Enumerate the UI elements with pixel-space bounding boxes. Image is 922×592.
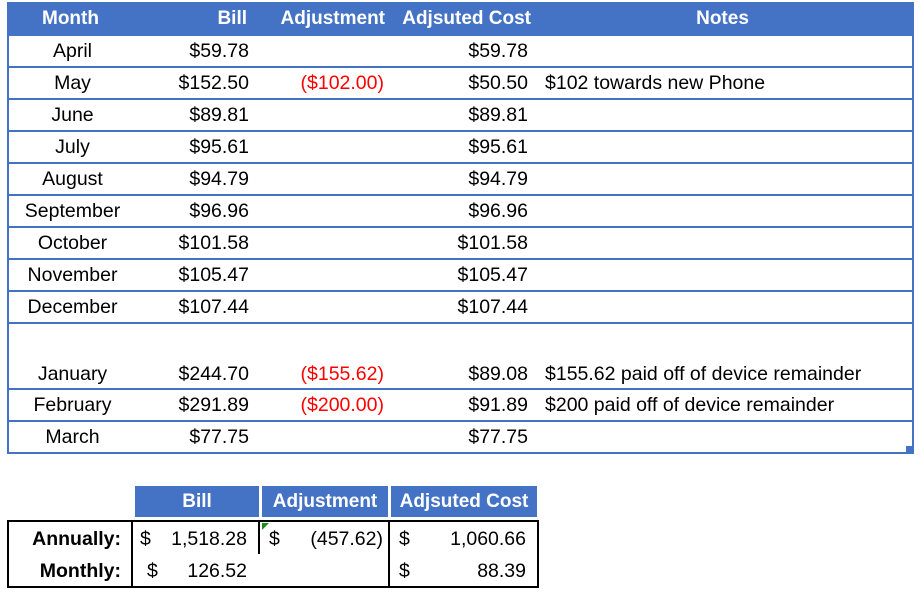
table-resize-handle[interactable] (906, 446, 912, 452)
summary-header-adjustment[interactable]: Adjustment (262, 486, 388, 517)
cell-month[interactable]: July (9, 136, 136, 159)
table-row: July $95.61 $95.61 (9, 130, 912, 162)
cell-adjusted-cost[interactable]: $107.44 (384, 296, 529, 319)
cost-currency-symbol: $ (399, 559, 410, 582)
cell-month[interactable]: November (9, 264, 136, 287)
cell-bill[interactable]: $94.79 (136, 168, 249, 191)
row-label[interactable]: Monthly: (7, 560, 121, 583)
summary-adjustment-value[interactable]: (457.62) (287, 528, 383, 551)
table-header-row: Month Bill Adjustment Adjsuted Cost Note… (7, 2, 914, 36)
monthly-bill-table: Month Bill Adjustment Adjsuted Cost Note… (7, 2, 914, 454)
cell-adjusted-cost[interactable]: $50.50 (384, 72, 528, 95)
summary-row-annually: Annually: $ 1,518.28 $ (457.62) $ 1,060.… (7, 523, 539, 555)
header-bill[interactable]: Bill (134, 8, 247, 30)
adj-currency-symbol: $ (269, 527, 280, 550)
table-row: August $94.79 $94.79 (9, 162, 912, 194)
cell-month[interactable]: December (9, 296, 136, 319)
bill-currency-symbol: $ (140, 527, 151, 550)
cell-month[interactable]: January (9, 363, 136, 386)
cell-adjusted-cost[interactable]: $96.96 (384, 200, 528, 223)
table-row: June $89.81 $89.81 (9, 98, 912, 130)
header-adjustment[interactable]: Adjustment (247, 8, 386, 30)
cell-adjustment[interactable]: ($155.62) (249, 363, 384, 386)
cell-month[interactable]: February (9, 394, 136, 417)
cell-notes[interactable]: $102 towards new Phone (528, 72, 765, 95)
cell-bill[interactable]: $244.70 (136, 363, 250, 386)
table-body: April $59.78 $59.78 May $152.50 ($102.00… (7, 36, 914, 454)
cell-bill[interactable]: $291.89 (136, 394, 250, 417)
cell-adjusted-cost[interactable]: $94.79 (384, 168, 528, 191)
table-row: December $107.44 $107.44 (9, 290, 912, 322)
cell-adjustment[interactable]: ($200.00) (249, 394, 384, 417)
summary-header-adjusted-cost[interactable]: Adjsuted Cost (391, 486, 537, 517)
summary-header-bill[interactable]: Bill (135, 486, 259, 517)
header-adjusted-cost[interactable]: Adjsuted Cost (385, 8, 531, 30)
cell-adjusted-cost[interactable]: $89.08 (384, 363, 528, 386)
table-row: April $59.78 $59.78 (9, 36, 912, 66)
cell-adjusted-cost[interactable]: $59.78 (384, 40, 528, 63)
table-row: May $152.50 ($102.00) $50.50 $102 toward… (9, 66, 912, 98)
cell-month[interactable]: April (9, 40, 136, 63)
summary-adjusted-cost-value[interactable]: 88.39 (417, 560, 526, 583)
cell-adjusted-cost[interactable]: $77.75 (384, 426, 528, 449)
cell-bill[interactable]: $101.58 (136, 232, 250, 255)
table-row: January $244.70 ($155.62) $89.08 $155.62… (9, 322, 912, 388)
cell-adjustment[interactable]: ($102.00) (249, 72, 384, 95)
table-row: March $77.75 $77.75 (9, 420, 912, 452)
cell-notes[interactable]: $155.62 paid off of device remainder (528, 363, 861, 386)
cell-adjusted-cost[interactable]: $95.61 (384, 136, 528, 159)
table-row: February $291.89 ($200.00) $91.89 $200 p… (9, 388, 912, 420)
row-label[interactable]: Annually: (7, 528, 121, 551)
summary-bill-value[interactable]: 1,518.28 (155, 528, 247, 551)
cell-bill[interactable]: $105.47 (136, 264, 250, 287)
cost-currency-symbol: $ (399, 527, 410, 550)
cell-month[interactable]: August (9, 168, 136, 191)
cell-adjusted-cost[interactable]: $89.81 (384, 104, 528, 127)
header-notes[interactable]: Notes (531, 8, 914, 30)
table-row: October $101.58 $101.58 (9, 226, 912, 258)
cell-adjusted-cost[interactable]: $101.58 (384, 232, 529, 255)
cell-bill[interactable]: $152.50 (136, 72, 250, 95)
cell-bill[interactable]: $107.44 (136, 296, 250, 319)
table-row: November $105.47 $105.47 (9, 258, 912, 290)
cell-month[interactable]: October (9, 232, 136, 255)
cell-month[interactable]: March (9, 426, 136, 449)
cell-adjusted-cost[interactable]: $105.47 (384, 264, 529, 287)
cell-month[interactable]: May (9, 72, 136, 95)
summary-row-monthly: Monthly: $ 126.52 $ 88.39 (7, 555, 539, 587)
cell-notes[interactable]: $200 paid off of device remainder (528, 394, 834, 417)
cell-adjusted-cost[interactable]: $91.89 (384, 394, 528, 417)
summary-bill-value[interactable]: 126.52 (155, 560, 247, 583)
cell-month[interactable]: September (9, 200, 136, 223)
cell-month[interactable]: June (9, 104, 136, 127)
cell-bill[interactable]: $95.61 (136, 136, 249, 159)
cell-bill[interactable]: $77.75 (136, 426, 249, 449)
summary-adjusted-cost-value[interactable]: 1,060.66 (417, 528, 526, 551)
cell-bill[interactable]: $96.96 (136, 200, 249, 223)
table-row: September $96.96 $96.96 (9, 194, 912, 226)
cell-bill[interactable]: $59.78 (136, 40, 249, 63)
cell-bill[interactable]: $89.81 (136, 104, 249, 127)
header-month[interactable]: Month (7, 8, 134, 30)
